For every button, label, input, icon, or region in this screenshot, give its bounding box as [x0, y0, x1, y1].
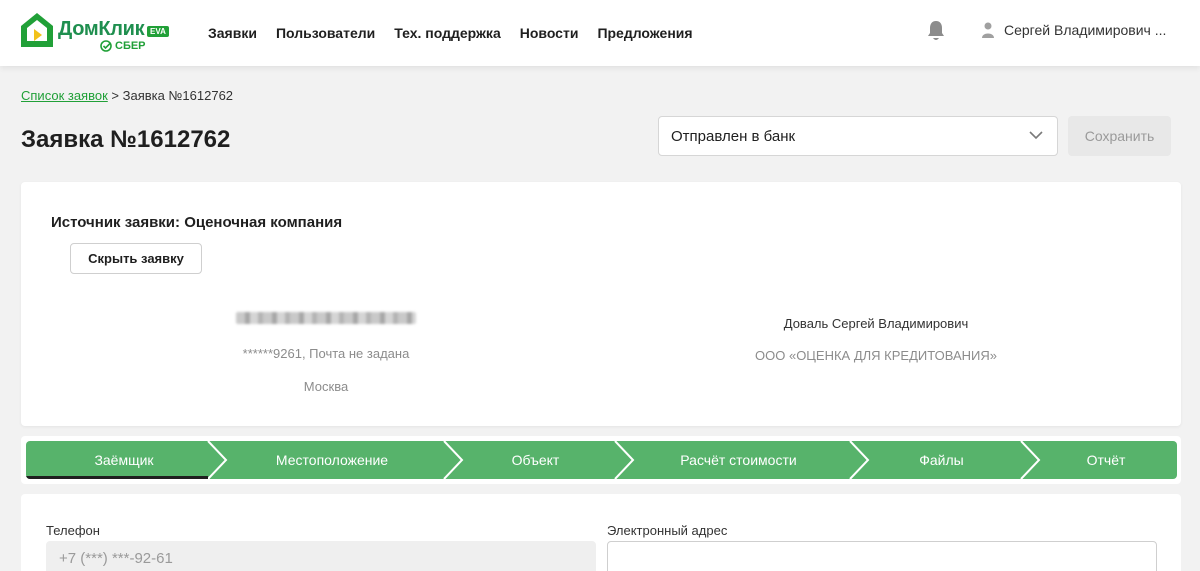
- tab-separator-chevron-icon: [614, 441, 635, 479]
- tab-separator-chevron-icon: [443, 441, 464, 479]
- main-nav: Заявки Пользователи Тех. поддержка Новос…: [208, 0, 693, 66]
- page-title: Заявка №1612762: [21, 126, 231, 153]
- status-select[interactable]: Отправлен в банк: [658, 116, 1058, 156]
- appraiser-org: ООО «ОЦЕНКА ДЛЯ КРЕДИТОВАНИЯ»: [755, 348, 997, 363]
- email-field[interactable]: [607, 541, 1157, 571]
- step-tabs: Заёмщик Местоположение Объект Расчёт сто…: [26, 441, 1177, 479]
- tab-location[interactable]: Местоположение: [222, 441, 442, 479]
- sber-check-icon: [100, 40, 112, 52]
- chevron-down-icon: [1029, 131, 1043, 140]
- breadcrumb-separator: >: [111, 88, 119, 103]
- nav-item-users[interactable]: Пользователи: [276, 25, 375, 41]
- status-select-value: Отправлен в банк: [671, 127, 796, 145]
- user-icon: [982, 22, 994, 38]
- tab-borrower[interactable]: Заёмщик: [26, 441, 222, 479]
- tab-separator-chevron-icon: [849, 441, 870, 479]
- tab-report[interactable]: Отчёт: [1035, 441, 1177, 479]
- sber-label: СБЕР: [115, 40, 146, 52]
- tab-valuation[interactable]: Расчёт стоимости: [629, 441, 848, 479]
- email-label: Электронный адрес: [607, 523, 728, 538]
- save-button[interactable]: Сохранить: [1068, 116, 1171, 156]
- breadcrumb-link-requests[interactable]: Список заявок: [21, 88, 108, 103]
- house-logo-icon: [21, 13, 53, 47]
- tab-files[interactable]: Файлы: [864, 441, 1019, 479]
- appraiser-info: Доваль Сергей Владимирович ООО «ОЦЕНКА Д…: [721, 316, 1031, 363]
- domclick-logo[interactable]: ДомКлик EVA СБЕР: [20, 12, 180, 56]
- logo-sber: СБЕР: [100, 40, 146, 52]
- client-contact: ******9261, Почта не задана: [242, 346, 410, 361]
- phone-field[interactable]: +7 (***) ***-92-61: [46, 541, 596, 571]
- tab-separator-chevron-icon: [207, 441, 228, 479]
- borrower-form: Телефон +7 (***) ***-92-61 Электронный а…: [21, 494, 1181, 571]
- blurred-client-name: [236, 312, 416, 324]
- nav-item-news[interactable]: Новости: [520, 25, 579, 41]
- nav-item-support[interactable]: Тех. поддержка: [394, 25, 501, 41]
- bell-icon[interactable]: [926, 20, 946, 42]
- nav-item-requests[interactable]: Заявки: [208, 25, 257, 41]
- phone-label: Телефон: [46, 523, 100, 538]
- client-info: ******9261, Почта не задана Москва: [221, 312, 431, 394]
- top-header: ДомКлик EVA СБЕР Заявки Пользователи Тех…: [0, 0, 1200, 66]
- request-source-card: Источник заявки: Оценочная компания Скры…: [21, 182, 1181, 426]
- client-city: Москва: [303, 379, 349, 394]
- logo-badge: EVA: [147, 26, 169, 37]
- tab-separator-chevron-icon: [1020, 441, 1041, 479]
- appraiser-name: Доваль Сергей Владимирович: [783, 316, 969, 331]
- step-tabs-container: Заёмщик Местоположение Объект Расчёт сто…: [21, 436, 1181, 484]
- hide-request-button[interactable]: Скрыть заявку: [70, 243, 202, 274]
- source-title: Источник заявки: Оценочная компания: [51, 214, 343, 231]
- breadcrumb: Список заявок > Заявка №1612762: [21, 88, 233, 103]
- user-menu[interactable]: Сергей Владимирович ...: [982, 22, 1166, 38]
- user-name: Сергей Владимирович ...: [1004, 22, 1167, 38]
- breadcrumb-current: Заявка №1612762: [122, 88, 234, 103]
- tab-object[interactable]: Объект: [458, 441, 613, 479]
- nav-item-offers[interactable]: Предложения: [597, 25, 692, 41]
- logo-name: ДомКлик: [58, 18, 145, 40]
- active-tab-underline: [26, 476, 208, 479]
